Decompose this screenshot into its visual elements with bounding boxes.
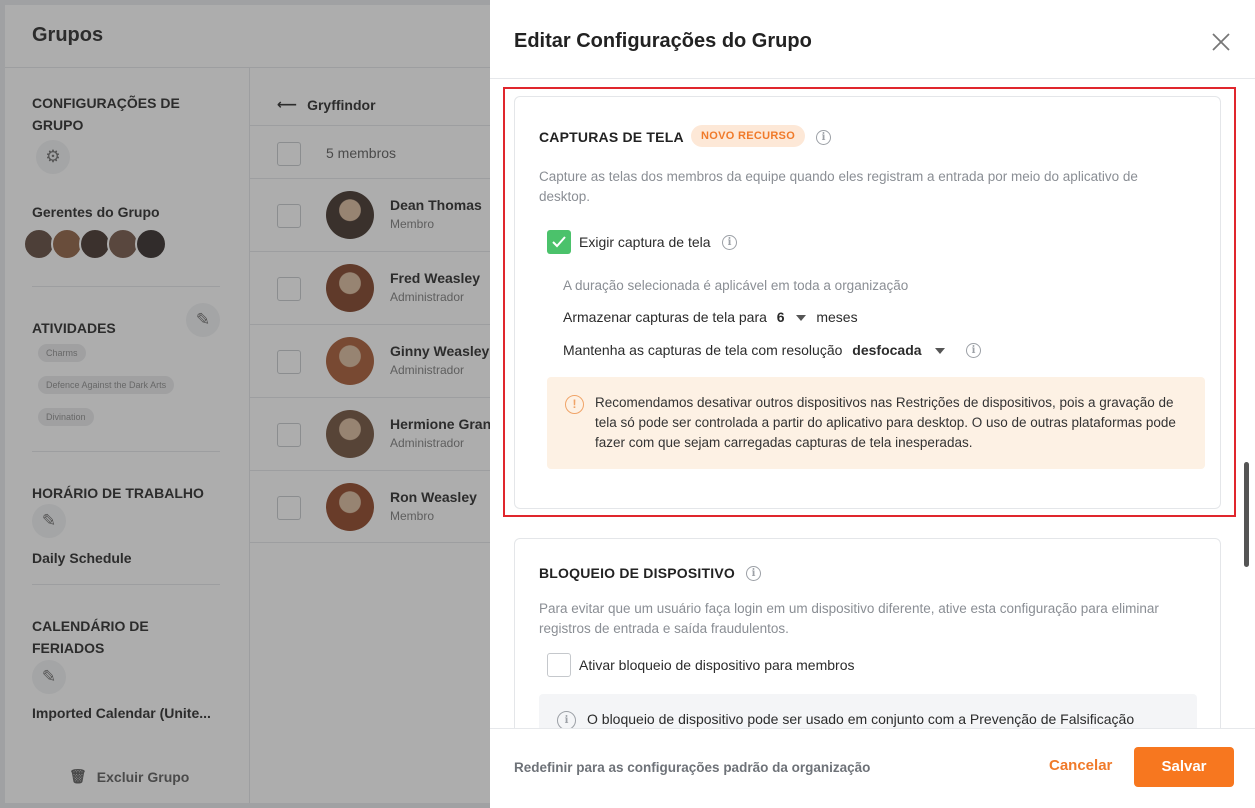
resolution-prefix: Mantenha as capturas de tela com resoluç… [563, 342, 843, 358]
screenshots-description: Capture as telas dos membros da equipe q… [539, 169, 1138, 204]
save-button[interactable]: Salvar [1134, 747, 1234, 787]
device-lock-label: Ativar bloqueio de dispositivo para memb… [579, 657, 855, 673]
info-icon[interactable]: i [966, 343, 981, 358]
device-lock-title: BLOQUEIO DE DISPOSITIVO [539, 565, 735, 581]
require-screenshot-label: Exigir captura de tela [579, 234, 711, 250]
scrollbar-thumb[interactable] [1244, 462, 1249, 567]
warning-text: Recomendamos desativar outros dispositiv… [595, 395, 1176, 450]
drawer-header: Editar Configurações do Grupo [490, 0, 1255, 79]
new-feature-badge: NOVO RECURSO [691, 125, 806, 147]
screenshots-title: CAPTURAS DE TELA [539, 129, 684, 145]
resolution-row: Mantenha as capturas de tela com resoluç… [563, 342, 946, 358]
modal-overlay[interactable] [0, 0, 490, 808]
device-lock-description: Para evitar que um usuário faça login em… [539, 601, 1159, 636]
drawer-title: Editar Configurações do Grupo [514, 30, 812, 52]
drawer-body[interactable]: CAPTURAS DE TELA NOVO RECURSO i Capture … [490, 80, 1255, 728]
warning-banner: ! Recomendamos desativar outros disposit… [547, 377, 1205, 469]
reset-to-defaults-link[interactable]: Redefinir para as configurações padrão d… [514, 760, 870, 775]
store-suffix: meses [816, 309, 858, 325]
info-icon[interactable]: i [746, 566, 761, 581]
cancel-button[interactable]: Cancelar [1049, 757, 1112, 774]
store-duration-row: Armazenar capturas de tela para 6 meses [563, 309, 858, 325]
device-lock-card: BLOQUEIO DE DISPOSITIVO i Para evitar qu… [514, 538, 1221, 728]
info-icon[interactable]: i [816, 130, 831, 145]
drawer-footer: Redefinir para as configurações padrão d… [490, 728, 1255, 808]
store-prefix: Armazenar capturas de tela para [563, 309, 767, 325]
device-lock-checkbox[interactable] [547, 653, 571, 677]
device-lock-note: i O bloqueio de dispositivo pode ser usa… [539, 694, 1197, 728]
store-duration-select[interactable]: 6 [777, 309, 785, 325]
info-icon: i [557, 711, 576, 728]
info-icon[interactable]: i [722, 235, 737, 250]
resolution-select[interactable]: desfocada [852, 342, 921, 358]
device-lock-note-text: O bloqueio de dispositivo pode ser usado… [587, 711, 1135, 727]
checkmark-icon [552, 236, 566, 248]
chevron-down-icon[interactable] [796, 315, 807, 322]
org-duration-note: A duração selecionada é aplicável em tod… [563, 278, 909, 293]
screenshots-card: CAPTURAS DE TELA NOVO RECURSO i Capture … [514, 96, 1221, 509]
close-icon[interactable] [1210, 31, 1232, 53]
require-screenshot-checkbox[interactable] [547, 230, 571, 254]
warning-icon: ! [565, 395, 584, 414]
edit-group-settings-drawer: Editar Configurações do Grupo CAPTURAS D… [490, 0, 1255, 808]
chevron-down-icon[interactable] [935, 348, 946, 355]
